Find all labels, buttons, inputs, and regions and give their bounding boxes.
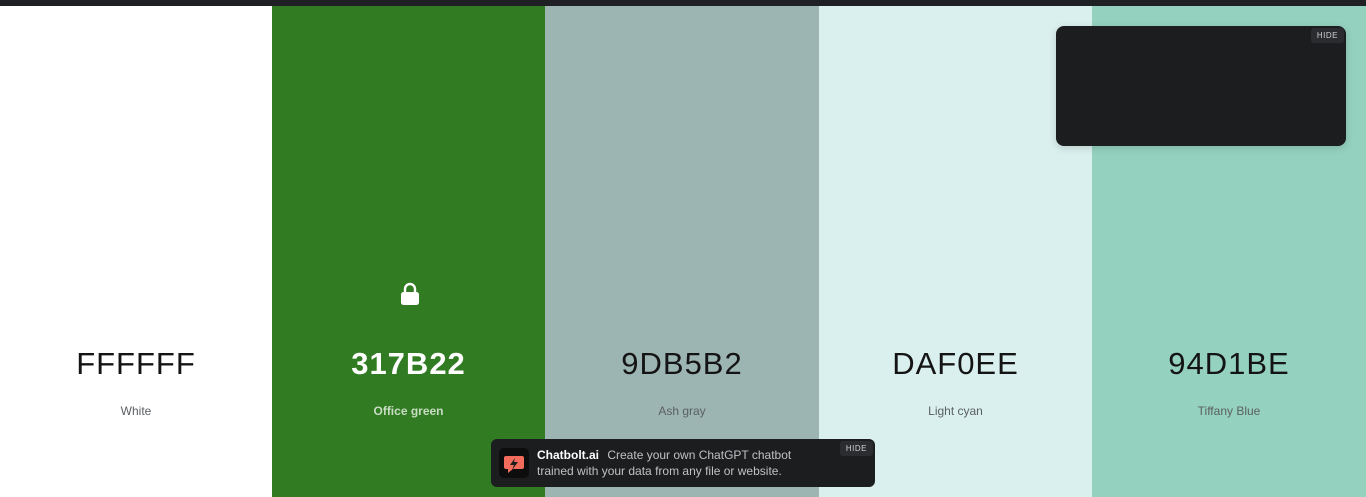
swatch-hex[interactable]: FFFFFF: [0, 346, 272, 382]
swatch-name: Office green: [373, 404, 444, 418]
chatbolt-ad-banner[interactable]: Chatbolt.ai Create your own ChatGPT chat…: [491, 439, 875, 487]
hide-ad-button[interactable]: HIDE: [839, 441, 873, 456]
swatch-name: Tiffany Blue: [1197, 404, 1261, 418]
swatch-light-cyan[interactable]: DAF0EE Light cyan: [819, 6, 1092, 497]
swatch-name: Light cyan: [928, 404, 983, 418]
swatch-name: Ash gray: [658, 404, 706, 418]
hide-ad-button[interactable]: HIDE: [1310, 28, 1344, 43]
swatch-hex[interactable]: DAF0EE: [819, 346, 1092, 382]
ad-panel[interactable]: HIDE: [1056, 26, 1346, 146]
ad-brand: Chatbolt.ai: [537, 448, 599, 462]
swatch-hex[interactable]: 317B22: [272, 346, 545, 382]
swatch-hex[interactable]: 94D1BE: [1092, 346, 1366, 382]
lightning-chat-icon: [499, 448, 529, 478]
swatch-name: White: [120, 404, 152, 418]
swatch-ash-gray[interactable]: 9DB5B2 Ash gray: [545, 6, 819, 497]
swatch-hex[interactable]: 9DB5B2: [545, 346, 819, 382]
lock-icon[interactable]: [400, 282, 420, 306]
ad-text[interactable]: Chatbolt.ai Create your own ChatGPT chat…: [537, 447, 827, 479]
swatch-office-green[interactable]: 317B22 Office green: [272, 6, 545, 497]
swatch-white[interactable]: FFFFFF White: [0, 6, 272, 497]
